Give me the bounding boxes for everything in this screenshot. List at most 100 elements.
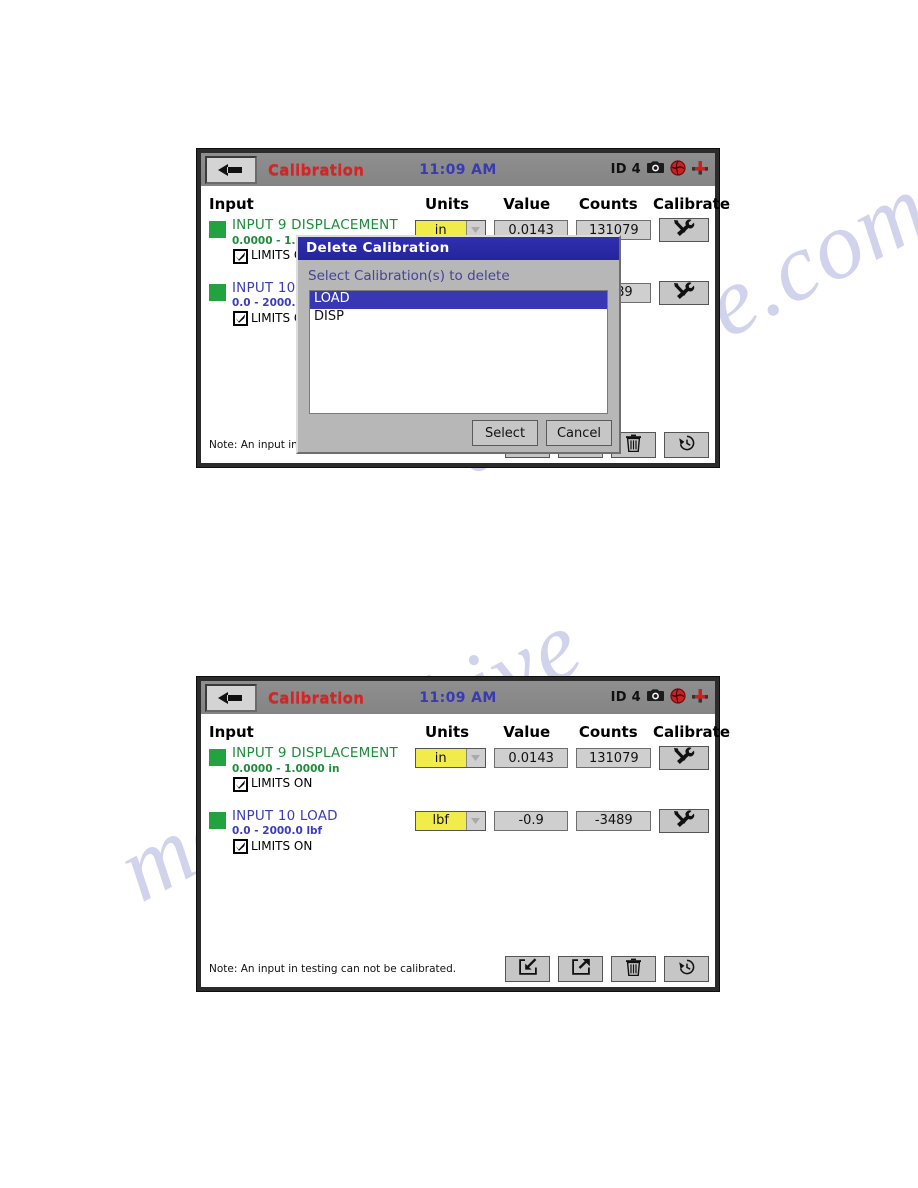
trash-icon bbox=[625, 434, 642, 456]
status-area: ID 4 bbox=[610, 159, 709, 180]
input-range: 0.0000 - 1.0000 in bbox=[232, 762, 340, 775]
restore-calibration-button[interactable] bbox=[664, 956, 709, 982]
camera-icon[interactable] bbox=[646, 160, 665, 179]
status-indicator bbox=[209, 283, 226, 301]
chevron-down-icon bbox=[465, 811, 485, 830]
back-button[interactable] bbox=[205, 155, 257, 184]
calibrate-button[interactable] bbox=[659, 218, 710, 242]
calibrate-button[interactable] bbox=[659, 746, 710, 770]
export-arrow-icon bbox=[571, 958, 591, 980]
import-calibration-button[interactable] bbox=[505, 956, 550, 982]
table-header-row: Input Units Value Counts Calibrate bbox=[209, 719, 731, 741]
input-meta: INPUT 10 LOAD 0.0 - 2000.0 lbf LIMITS ON bbox=[232, 807, 338, 855]
restore-calibration-button[interactable] bbox=[664, 432, 709, 458]
limits-label: LIMITS ON bbox=[251, 776, 313, 791]
back-button[interactable] bbox=[205, 683, 257, 712]
counts-field: -3489 bbox=[576, 810, 652, 831]
cancel-button[interactable]: Cancel bbox=[546, 420, 612, 446]
column-header-calibrate: Calibrate bbox=[653, 195, 731, 213]
machine-icon[interactable] bbox=[691, 160, 709, 180]
device-screen: Calibration 11:09 AM ID 4 Input Units Va… bbox=[201, 153, 731, 463]
calibrate-button[interactable] bbox=[659, 808, 710, 833]
status-indicator bbox=[209, 221, 226, 238]
limits-toggle[interactable]: LIMITS ON bbox=[233, 838, 338, 855]
table-row: INPUT 9 DISPLACEMENT 0.0000 - 1.0000 in … bbox=[209, 745, 710, 792]
input-cell: INPUT 9 DISPLACEMENT 0.0000 - 1.0000 in … bbox=[209, 745, 415, 792]
limits-checkbox[interactable] bbox=[233, 776, 248, 792]
device-id-label: ID 4 bbox=[610, 162, 641, 177]
column-header-calibrate: Calibrate bbox=[653, 723, 731, 741]
status-area: ID 4 bbox=[610, 687, 709, 708]
device-screenshot-top: Calibration 11:09 AM ID 4 Input Units Va… bbox=[196, 148, 731, 468]
status-indicator bbox=[209, 749, 226, 766]
counts-field: 131079 bbox=[576, 748, 652, 768]
input-cell: INPUT 10 LOAD 0.0 - 2000.0 lbf LIMITS ON bbox=[209, 807, 415, 855]
dialog-title: Delete Calibration bbox=[298, 237, 619, 260]
column-header-value: Value bbox=[503, 195, 551, 213]
history-clock-icon bbox=[677, 434, 697, 456]
list-item[interactable]: DISP bbox=[310, 309, 607, 327]
camera-icon[interactable] bbox=[646, 688, 665, 707]
column-header-value: Value bbox=[503, 723, 551, 741]
footer-bar: Note: An input in testing can not be cal… bbox=[201, 951, 715, 987]
list-item[interactable]: LOAD bbox=[310, 291, 607, 309]
limits-checkbox[interactable] bbox=[233, 839, 248, 855]
page-title: Calibration bbox=[268, 688, 365, 707]
column-header-units: Units bbox=[424, 723, 470, 741]
value-field: -0.9 bbox=[493, 810, 569, 831]
chevron-down-icon bbox=[465, 749, 485, 767]
column-header-units: Units bbox=[424, 195, 470, 213]
dialog-prompt: Select Calibration(s) to delete bbox=[308, 268, 510, 284]
input-name: INPUT 9 DISPLACEMENT bbox=[232, 745, 398, 761]
input-meta: INPUT 9 DISPLACEMENT 0.0000 - 1.0000 in … bbox=[232, 745, 398, 792]
page-title: Calibration bbox=[268, 160, 365, 179]
limits-toggle[interactable]: LIMITS ON bbox=[233, 776, 398, 792]
back-arrow-icon bbox=[216, 162, 246, 178]
wrench-screwdriver-icon bbox=[673, 747, 695, 769]
limits-label: LIMITS ON bbox=[251, 838, 313, 853]
footer-note: Note: An input in testing can not be cal… bbox=[209, 963, 457, 975]
limits-checkbox[interactable] bbox=[233, 248, 248, 264]
column-header-input: Input bbox=[209, 723, 254, 741]
device-id-label: ID 4 bbox=[610, 690, 641, 705]
wrench-screwdriver-icon bbox=[673, 282, 695, 304]
column-header-counts: Counts bbox=[578, 195, 638, 213]
column-header-input: Input bbox=[209, 195, 254, 213]
calibration-list[interactable]: LOAD DISP bbox=[309, 290, 608, 414]
wrench-screwdriver-icon bbox=[673, 219, 695, 241]
calibration-table: Input Units Value Counts Calibrate INPUT… bbox=[201, 186, 731, 463]
wrench-screwdriver-icon bbox=[673, 810, 695, 832]
globe-icon[interactable] bbox=[670, 687, 686, 708]
import-arrow-icon bbox=[518, 958, 538, 980]
title-bar: Calibration 11:09 AM ID 4 bbox=[201, 681, 715, 714]
input-name: INPUT 9 DISPLACEMENT bbox=[232, 217, 398, 233]
input-name: INPUT 10 LOAD bbox=[232, 807, 338, 824]
calibrate-button[interactable] bbox=[659, 280, 710, 305]
table-row: INPUT 10 LOAD 0.0 - 2000.0 lbf LIMITS ON… bbox=[209, 807, 710, 855]
column-header-counts: Counts bbox=[578, 723, 638, 741]
delete-calibration-dialog: Delete Calibration Select Calibration(s)… bbox=[296, 235, 621, 454]
input-range: 0.0 - 2000.0 lbf bbox=[232, 825, 323, 838]
footer-toolbar bbox=[505, 956, 709, 982]
globe-icon[interactable] bbox=[670, 159, 686, 180]
history-clock-icon bbox=[677, 958, 697, 980]
value-field: 0.0143 bbox=[493, 748, 569, 768]
select-button[interactable]: Select bbox=[472, 420, 538, 446]
delete-calibration-button[interactable] bbox=[611, 956, 656, 982]
back-arrow-icon bbox=[216, 690, 246, 706]
units-value: lbf bbox=[415, 811, 466, 830]
calibration-table: Input Units Value Counts Calibrate INPUT… bbox=[201, 714, 731, 987]
trash-icon bbox=[625, 958, 642, 980]
export-calibration-button[interactable] bbox=[558, 956, 603, 982]
table-header-row: Input Units Value Counts Calibrate bbox=[209, 191, 731, 213]
units-dropdown[interactable]: in bbox=[414, 748, 486, 768]
units-value: in bbox=[415, 749, 466, 767]
status-indicator bbox=[209, 811, 226, 829]
machine-icon[interactable] bbox=[691, 688, 709, 708]
dialog-button-bar: Select Cancel bbox=[298, 414, 619, 452]
limits-checkbox[interactable] bbox=[233, 311, 248, 327]
device-screen: Calibration 11:09 AM ID 4 Input Units Va… bbox=[201, 681, 731, 987]
device-screenshot-bottom: Calibration 11:09 AM ID 4 Input Units Va… bbox=[196, 676, 731, 992]
title-bar: Calibration 11:09 AM ID 4 bbox=[201, 153, 715, 186]
units-dropdown[interactable]: lbf bbox=[414, 810, 486, 831]
